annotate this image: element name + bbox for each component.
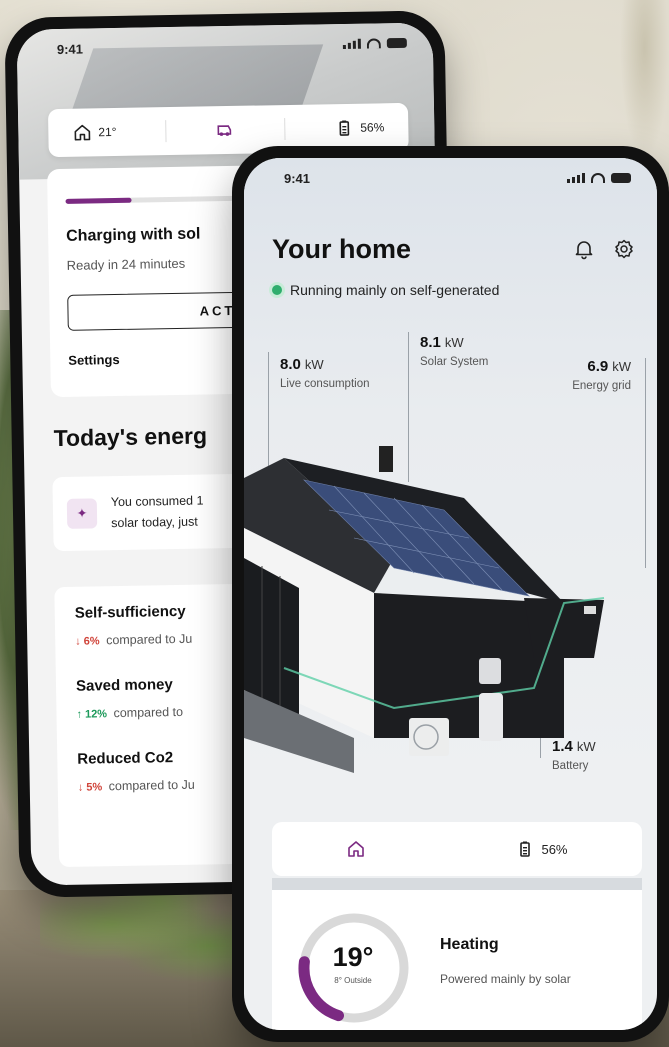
signal-icon: [342, 38, 361, 50]
stat-delta: 5%: [86, 781, 103, 794]
stat-text: compared to: [113, 704, 184, 721]
arrow-down-icon: ↓: [77, 781, 84, 794]
ev-charger[interactable]: [215, 120, 235, 140]
metric-battery[interactable]: 1.4 kW Battery: [552, 738, 596, 772]
metric-live-consumption[interactable]: 8.0 kW Live consumption: [280, 356, 370, 390]
metric-energy-grid[interactable]: 6.9 kW Energy grid: [572, 358, 631, 392]
stat-delta: 12%: [84, 708, 108, 721]
stat-delta: 6%: [83, 635, 100, 648]
status-text: Running mainly on self-generated: [290, 282, 500, 298]
metric-label: Solar System: [420, 356, 489, 368]
battery-status-icon: [611, 173, 631, 183]
metric-value: 6.9: [587, 358, 609, 375]
bell-icon[interactable]: [573, 238, 595, 260]
arrow-down-icon: ↓: [75, 635, 81, 648]
metric-solar-system[interactable]: 8.1 kW Solar System: [420, 334, 488, 368]
outside-temperature: 8° Outside: [334, 976, 372, 985]
front-phone-screen: 9:41 Your home Running mainly on self-ge…: [244, 158, 657, 1030]
battery-level[interactable]: 56%: [515, 839, 568, 859]
stat-text: compared to Ju: [105, 631, 193, 648]
status-time: 9:41: [56, 41, 84, 57]
home-icon: [74, 124, 91, 141]
energy-status: Running mainly on self-generated: [272, 282, 499, 298]
wifi-icon: [591, 173, 605, 183]
page-title: Your home: [272, 234, 412, 264]
status-icons: [567, 173, 631, 183]
ev-charger-icon: [217, 125, 232, 136]
heating-card[interactable]: 19° 8° Outside Heating Powered mainly by…: [272, 890, 642, 1030]
metric-label: Live consumption: [280, 378, 370, 390]
battery-icon: [339, 120, 350, 136]
home-temperature[interactable]: 21°: [72, 122, 117, 143]
metric-value: 8.0: [280, 356, 301, 373]
status-bar: 9:41: [17, 22, 434, 69]
today-energy-heading: Today's energ: [53, 422, 208, 452]
divider: [165, 120, 167, 143]
home-tab[interactable]: [346, 839, 366, 859]
metric-unit: kW: [304, 357, 324, 372]
arrow-up-icon: ↑: [76, 708, 83, 721]
status-icons: [342, 37, 407, 50]
front-phone: 9:41 Your home Running mainly on self-ge…: [232, 146, 669, 1042]
metric-unit: kW: [612, 359, 631, 374]
stat-text: compared to Ju: [108, 777, 195, 794]
heating-title: Heating: [440, 936, 499, 953]
heating-subtitle: Powered mainly by solar: [440, 972, 571, 986]
battery-level[interactable]: 56%: [334, 117, 384, 138]
sparkle-icon: ✦: [66, 498, 98, 529]
gear-icon[interactable]: [613, 238, 635, 260]
header-actions: [573, 238, 635, 260]
battery-percent: 56%: [541, 841, 568, 857]
battery-status-icon: [386, 37, 407, 49]
divider: [272, 878, 642, 890]
house-illustration: [244, 446, 605, 773]
metric-value: 1.4: [552, 738, 573, 755]
status-bar: 9:41: [244, 158, 657, 198]
temperature-value: 21°: [98, 124, 117, 140]
heating-temperature: 19°: [332, 942, 374, 972]
battery-icon: [520, 841, 531, 857]
background-foliage-right: [620, 0, 669, 160]
quick-status-bar: 56%: [272, 822, 642, 876]
metric-label: Energy grid: [572, 380, 631, 392]
status-time: 9:41: [284, 170, 311, 186]
status-dot-icon: [272, 285, 282, 295]
metric-label: Battery: [552, 760, 589, 772]
charging-progress-fill: [65, 197, 132, 204]
divider: [284, 118, 286, 141]
metric-unit: kW: [444, 335, 464, 350]
metric-value: 8.1: [420, 334, 441, 351]
home-icon: [348, 841, 365, 857]
signal-icon: [567, 173, 585, 183]
wifi-icon: [366, 38, 381, 49]
metric-unit: kW: [576, 739, 596, 754]
battery-percent: 56%: [360, 120, 385, 135]
